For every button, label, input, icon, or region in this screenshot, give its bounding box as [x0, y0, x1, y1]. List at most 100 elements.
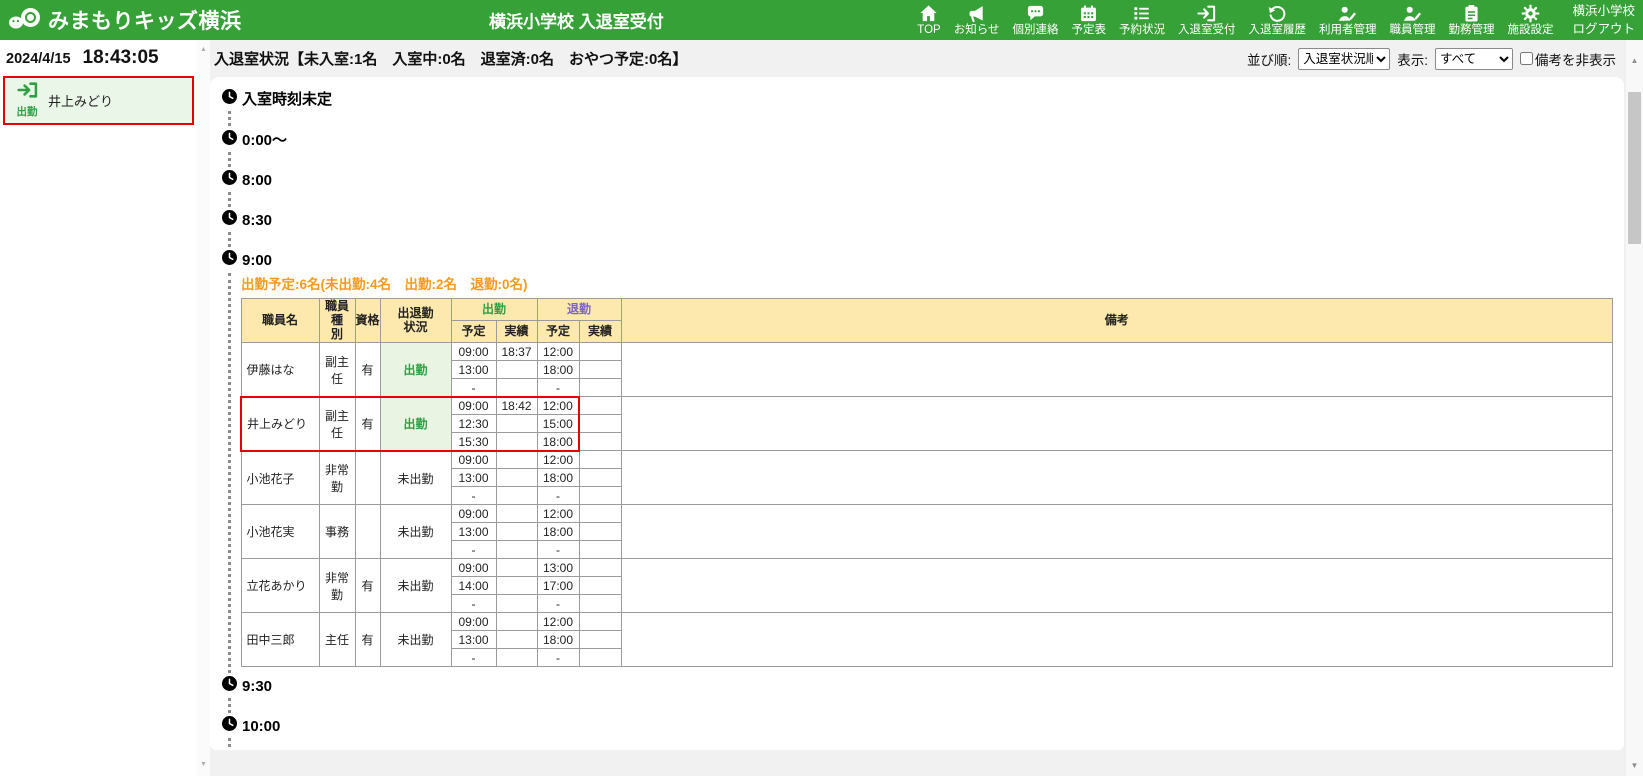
time-cell: - [451, 541, 496, 559]
time-cell: 18:00 [537, 523, 579, 541]
time-section-800: 8:00 [222, 170, 1618, 207]
time-cell [496, 469, 537, 487]
time-cell [496, 649, 537, 667]
recent-event-item[interactable]: 出勤 井上みどり [3, 76, 194, 125]
nav-facility-settings[interactable]: 施設設定 [1507, 4, 1553, 37]
time-cell: 15:00 [537, 415, 579, 433]
nav-entry-history[interactable]: 入退室履歴 [1248, 4, 1306, 37]
page-title: 横浜小学校 入退室受付 [489, 8, 664, 33]
time-section-1000: 10:00 [222, 716, 1618, 750]
current-date: 2024/4/15 [6, 51, 71, 67]
staff-type-cell: 非常勤 [319, 451, 355, 505]
event-person-name: 井上みどり [48, 91, 113, 110]
nav-work-management[interactable]: 勤務管理 [1448, 4, 1494, 37]
time-cell [579, 631, 621, 649]
qualification-cell [355, 451, 380, 505]
time-cell [496, 595, 537, 613]
chat-bubble-icon [1026, 4, 1045, 23]
scroll-down-arrow-icon[interactable]: ▼ [197, 761, 210, 768]
staff-edit-icon [1403, 4, 1422, 23]
note-cell [621, 397, 1612, 451]
time-cell [579, 559, 621, 577]
app-logo[interactable]: みまもりキッズ横浜 [0, 5, 242, 36]
qualification-cell [355, 505, 380, 559]
time-cell: 15:30 [451, 433, 496, 451]
scrollbar-thumb[interactable] [1628, 92, 1641, 244]
qualification-cell: 有 [355, 613, 380, 667]
time-cell: 13:00 [451, 361, 496, 379]
nav-staff-management[interactable]: 職員管理 [1389, 4, 1435, 37]
history-icon [1268, 4, 1287, 23]
login-arrow-icon [17, 82, 38, 103]
sidebar-scrollbar[interactable]: ▲ ▼ [197, 40, 210, 776]
staff-type-cell: 非常勤 [319, 559, 355, 613]
school-name-label: 横浜小学校 [1572, 2, 1635, 20]
current-time: 18:43:05 [83, 47, 159, 69]
section-time-label: 9:30 [242, 678, 272, 695]
status-summary-bar: 入退室状況【未入室:1名 入室中:0名 退室済:0名 おやつ予定:0名】 並び順… [210, 40, 1626, 77]
top-navigation: TOP お知らせ 個別連絡 予定表 予約状況 入退室受付 入退室履歴 利用者管 [917, 2, 1643, 38]
time-cell: 13:00 [537, 559, 579, 577]
note-cell [621, 343, 1612, 397]
nav-top[interactable]: TOP [917, 4, 940, 37]
col-header-note: 備考 [621, 299, 1612, 343]
scroll-up-arrow-icon[interactable]: ▲ [1626, 56, 1643, 65]
time-cell [496, 541, 537, 559]
time-cell: 12:00 [537, 451, 579, 469]
time-cell: 12:00 [537, 505, 579, 523]
time-cell: 13:00 [451, 631, 496, 649]
hide-note-checkbox[interactable] [1520, 52, 1533, 65]
current-datetime: 2024/4/15 18:43:05 [0, 40, 197, 74]
nav-news[interactable]: お知らせ [954, 4, 1000, 37]
nav-entry-reception[interactable]: 入退室受付 [1178, 4, 1236, 37]
clock-icon [222, 210, 237, 230]
col-header-planned: 予定 [451, 321, 496, 343]
event-status-label: 出勤 [17, 104, 38, 119]
nav-messages[interactable]: 個別連絡 [1012, 4, 1058, 37]
snail-logo-icon [8, 5, 42, 36]
status-cell: 未出勤 [380, 505, 451, 559]
section-time-label: 入室時刻未定 [242, 88, 332, 109]
attendance-summary: 出勤予定:6名(未出勤:4名 出勤:2名 退勤:0名) [241, 273, 1618, 293]
staff-name-cell: 井上みどり [241, 397, 319, 451]
logout-link[interactable]: ログアウト [1572, 20, 1635, 38]
clock-icon [222, 130, 237, 150]
sort-order-select[interactable]: 入退室状況順 [1298, 48, 1390, 70]
staff-name-cell: 田中三郎 [241, 613, 319, 667]
staff-name-cell: 立花あかり [241, 559, 319, 613]
time-cell: 09:00 [451, 505, 496, 523]
nav-user-management[interactable]: 利用者管理 [1319, 4, 1377, 37]
hide-note-label: 備考を非表示 [1535, 49, 1616, 69]
clipboard-icon [1462, 4, 1481, 23]
time-cell [496, 577, 537, 595]
staff-type-cell: 副主任 [319, 343, 355, 397]
time-cell: 18:00 [537, 631, 579, 649]
calendar-icon [1079, 4, 1098, 23]
list-icon [1132, 4, 1151, 23]
timeline-panel: 入室時刻未定 0:00〜 8:00 [210, 77, 1624, 750]
nav-schedule[interactable]: 予定表 [1071, 4, 1106, 37]
time-cell [579, 343, 621, 361]
scroll-down-arrow-icon[interactable]: ▼ [1626, 761, 1643, 770]
time-cell: - [537, 487, 579, 505]
time-cell: - [451, 595, 496, 613]
qualification-cell: 有 [355, 559, 380, 613]
time-cell [579, 415, 621, 433]
main-scrollbar[interactable]: ▲ ▼ [1626, 40, 1643, 776]
time-section-000: 0:00〜 [222, 129, 1618, 167]
time-cell: 09:00 [451, 397, 496, 415]
note-cell [621, 613, 1612, 667]
time-cell [496, 487, 537, 505]
qualification-cell: 有 [355, 397, 380, 451]
time-cell: 18:00 [537, 469, 579, 487]
time-cell [579, 397, 621, 415]
display-filter-select[interactable]: すべて [1435, 48, 1513, 70]
time-cell [496, 451, 537, 469]
staff-type-cell: 主任 [319, 613, 355, 667]
time-cell [496, 523, 537, 541]
scroll-up-arrow-icon[interactable]: ▲ [197, 46, 210, 53]
clock-icon [222, 170, 237, 190]
clock-icon [222, 89, 237, 109]
nav-reservations[interactable]: 予約状況 [1119, 4, 1165, 37]
clock-icon [222, 250, 237, 270]
